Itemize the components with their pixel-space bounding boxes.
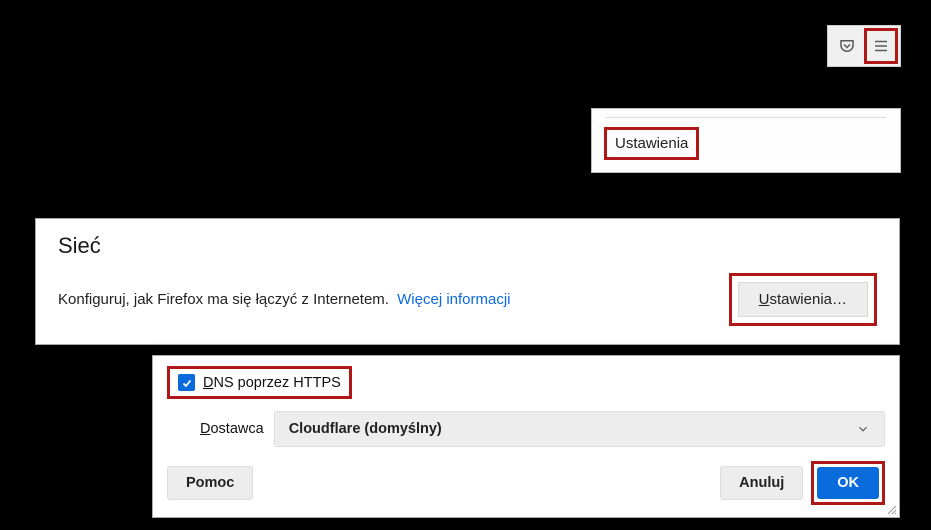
chevron-down-icon	[856, 422, 870, 436]
accesskey-u: U	[759, 291, 770, 308]
checkmark-icon	[181, 377, 193, 389]
dialog-action-buttons: Anuluj OK	[720, 461, 885, 505]
network-settings-button[interactable]: Ustawienia…	[738, 282, 868, 317]
dns-over-https-row: DNS poprzez HTTPS	[167, 366, 352, 399]
network-desc-text: Konfiguruj, jak Firefox ma się łączyć z …	[58, 291, 389, 308]
dns-provider-row: Dostawca Cloudflare (domyślny)	[200, 411, 885, 447]
accesskey-d2: D	[200, 421, 210, 437]
network-settings-panel: Sieć Konfiguruj, jak Firefox ma się łącz…	[35, 218, 900, 345]
settings-btn-rest: stawienia…	[769, 291, 847, 308]
ok-button-highlight: OK	[811, 461, 885, 505]
cancel-button[interactable]: Anuluj	[720, 466, 803, 500]
more-info-link[interactable]: Więcej informacji	[397, 291, 510, 308]
help-button[interactable]: Pomoc	[167, 466, 253, 500]
network-heading: Sieć	[58, 233, 877, 259]
network-settings-button-highlight: Ustawienia…	[729, 273, 877, 326]
connection-settings-dialog: DNS poprzez HTTPS Dostawca Cloudflare (d…	[152, 355, 900, 518]
dns-over-https-label: DNS poprzez HTTPS	[203, 375, 341, 391]
ok-button[interactable]: OK	[817, 467, 879, 499]
menu-item-settings[interactable]: Ustawienia	[604, 127, 699, 160]
network-description: Konfiguruj, jak Firefox ma się łączyć z …	[58, 291, 511, 308]
pocket-button[interactable]	[830, 28, 864, 64]
pocket-icon	[838, 37, 856, 55]
dns-over-https-checkbox[interactable]	[178, 374, 195, 391]
hamburger-menu-button[interactable]	[864, 28, 898, 64]
provider-label-rest: ostawca	[210, 421, 263, 437]
menu-icon	[872, 37, 890, 55]
dns-label-rest: NS poprzez HTTPS	[213, 375, 340, 391]
dialog-footer: Pomoc Anuluj OK	[167, 461, 885, 505]
accesskey-d: D	[203, 375, 213, 391]
app-menu-dropdown: Ustawienia	[591, 108, 901, 173]
dns-provider-value: Cloudflare (domyślny)	[289, 421, 442, 437]
dns-provider-label: Dostawca	[200, 421, 264, 437]
resize-grip-icon[interactable]	[885, 503, 897, 515]
browser-toolbar	[827, 25, 901, 67]
network-row: Konfiguruj, jak Firefox ma się łączyć z …	[58, 273, 877, 326]
dns-provider-select[interactable]: Cloudflare (domyślny)	[274, 411, 885, 447]
